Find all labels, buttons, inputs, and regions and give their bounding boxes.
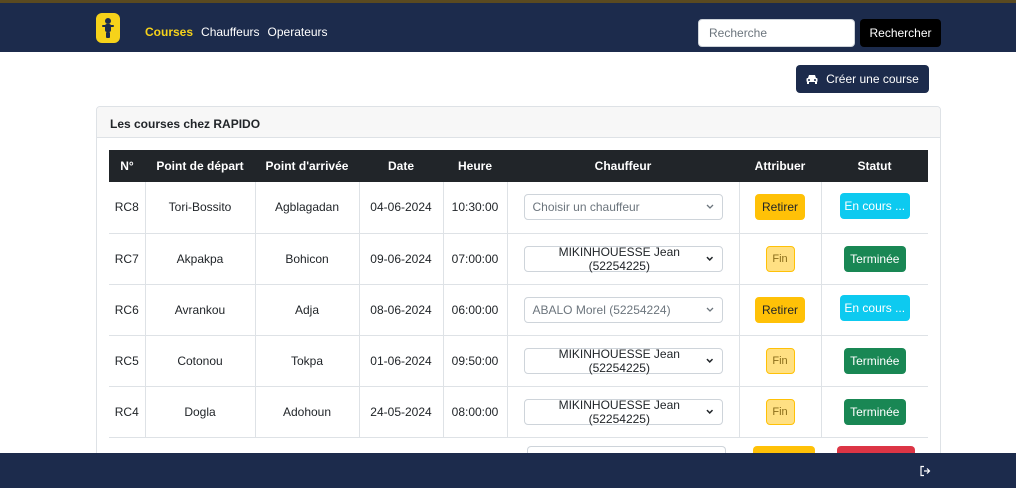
cell-statut: En cours ... (821, 284, 928, 336)
cell-arrivee: Agblagadan (255, 182, 360, 234)
cell-num: RC7 (109, 233, 146, 285)
cell-chauffeur: MIKINHOUESSE Jean (52254225) (507, 386, 740, 438)
chauffeur-select[interactable]: Choisir un chauffeur (523, 194, 723, 221)
cell-attribuer: Retirer (739, 284, 822, 336)
chevron-down-icon (706, 307, 713, 312)
retirer-button[interactable]: Retirer (755, 296, 805, 323)
cell-arrivee: Adohoun (255, 386, 360, 438)
header-chauffeur: Chauffeur (507, 150, 739, 182)
cell-depart: Dogla (145, 386, 256, 438)
chauffeur-select-value: Choisir un chauffeur (532, 200, 640, 215)
retirer-button[interactable]: Retirer (755, 194, 805, 221)
status-badge: Terminée (843, 245, 906, 272)
fin-button[interactable]: Fin (765, 398, 795, 425)
chauffeur-select[interactable]: ABALO Morel (52254224) (523, 296, 723, 323)
cell-statut: Terminée (821, 386, 928, 438)
courses-card: Les courses chez RAPIDO N° Point de dépa… (96, 106, 941, 486)
cell-depart: Tori-Bossito (145, 182, 256, 234)
fin-button[interactable]: Fin (765, 347, 795, 374)
header-num: N° (109, 150, 145, 182)
header-statut: Statut (821, 150, 928, 182)
table-row: RC8 Tori-Bossito Agblagadan 04-06-2024 1… (109, 182, 928, 234)
brand-logo[interactable] (96, 13, 120, 43)
search-input[interactable] (698, 19, 855, 47)
fin-button[interactable]: Fin (765, 245, 795, 272)
cell-attribuer: Fin (739, 233, 822, 285)
table-row: RC4 Dogla Adohoun 24-05-2024 08:00:00 MI… (109, 386, 928, 438)
cell-heure: 08:00:00 (443, 386, 508, 438)
cell-attribuer: Fin (739, 335, 822, 387)
status-badge: En cours ... (839, 295, 910, 321)
cell-date: 01-06-2024 (359, 335, 444, 387)
chevron-down-icon (706, 358, 714, 363)
cell-heure: 10:30:00 (443, 182, 508, 234)
cell-chauffeur: Choisir un chauffeur (507, 182, 740, 234)
chauffeur-select[interactable]: MIKINHOUESSE Jean (52254225) (523, 397, 723, 426)
courses-table: N° Point de départ Point d'arrivée Date … (109, 150, 928, 438)
header-depart: Point de départ (145, 150, 255, 182)
cell-arrivee: Tokpa (255, 335, 360, 387)
nav-chauffeurs[interactable]: Chauffeurs (201, 25, 259, 39)
header-attribuer: Attribuer (739, 150, 821, 182)
scooter-rider-icon (102, 18, 114, 38)
header-heure: Heure (443, 150, 507, 182)
chauffeur-select[interactable]: MIKINHOUESSE Jean (52254225) (523, 244, 723, 273)
cell-attribuer: Fin (739, 386, 822, 438)
car-icon (806, 75, 818, 84)
nav-courses[interactable]: Courses (145, 25, 193, 39)
table-row: RC5 Cotonou Tokpa 01-06-2024 09:50:00 MI… (109, 335, 928, 387)
cell-statut: Terminée (821, 233, 928, 285)
cell-num: RC4 (109, 386, 146, 438)
cell-num: RC8 (109, 182, 146, 234)
cell-heure: 06:00:00 (443, 284, 508, 336)
status-badge: En cours ... (839, 192, 910, 219)
search-button[interactable]: Rechercher (860, 19, 941, 47)
cell-date: 09-06-2024 (359, 233, 444, 285)
cell-chauffeur: MIKINHOUESSE Jean (52254225) (507, 335, 740, 387)
chauffeur-select-value: MIKINHOUESSE Jean (52254225) (558, 244, 680, 273)
chevron-down-icon (706, 256, 714, 261)
cell-date: 24-05-2024 (359, 386, 444, 438)
chauffeur-select-value: MIKINHOUESSE Jean (52254225) (558, 346, 680, 375)
cell-num: RC5 (109, 335, 146, 387)
footer-bar (0, 453, 1016, 488)
create-course-label: Créer une course (826, 72, 919, 86)
cell-date: 04-06-2024 (359, 182, 444, 234)
create-course-button[interactable]: Créer une course (796, 65, 929, 93)
cell-statut: En cours ... (821, 182, 928, 234)
cell-arrivee: Bohicon (255, 233, 360, 285)
cell-statut: Terminée (821, 335, 928, 387)
chauffeur-select-value: MIKINHOUESSE Jean (52254225) (558, 397, 680, 426)
main-nav: Courses Chauffeurs Operateurs (145, 25, 328, 39)
chevron-down-icon (706, 409, 714, 414)
cell-attribuer: Retirer (739, 182, 822, 234)
table-header-row: N° Point de départ Point d'arrivée Date … (109, 150, 928, 182)
chauffeur-select[interactable]: MIKINHOUESSE Jean (52254225) (523, 346, 723, 375)
cell-heure: 09:50:00 (443, 335, 508, 387)
cell-num: RC6 (109, 284, 146, 336)
cell-depart: Akpakpa (145, 233, 256, 285)
cell-heure: 07:00:00 (443, 233, 508, 285)
status-badge: Terminée (843, 398, 906, 425)
cell-depart: Cotonou (145, 335, 256, 387)
status-badge: Terminée (843, 347, 906, 374)
logout-button[interactable] (919, 465, 931, 480)
table-row: RC7 Akpakpa Bohicon 09-06-2024 07:00:00 … (109, 233, 928, 285)
header-arrivee: Point d'arrivée (255, 150, 359, 182)
cell-arrivee: Adja (255, 284, 360, 336)
cell-date: 08-06-2024 (359, 284, 444, 336)
cell-depart: Avrankou (145, 284, 256, 336)
chevron-down-icon (706, 204, 713, 210)
nav-operateurs[interactable]: Operateurs (268, 25, 328, 39)
card-title: Les courses chez RAPIDO (97, 107, 940, 138)
cell-chauffeur: ABALO Morel (52254224) (507, 284, 740, 336)
chauffeur-select-value: ABALO Morel (52254224) (532, 302, 671, 317)
header-date: Date (359, 150, 443, 182)
logout-icon (920, 465, 931, 477)
cell-chauffeur: MIKINHOUESSE Jean (52254225) (507, 233, 740, 285)
table-row: RC6 Avrankou Adja 08-06-2024 06:00:00 AB… (109, 284, 928, 336)
